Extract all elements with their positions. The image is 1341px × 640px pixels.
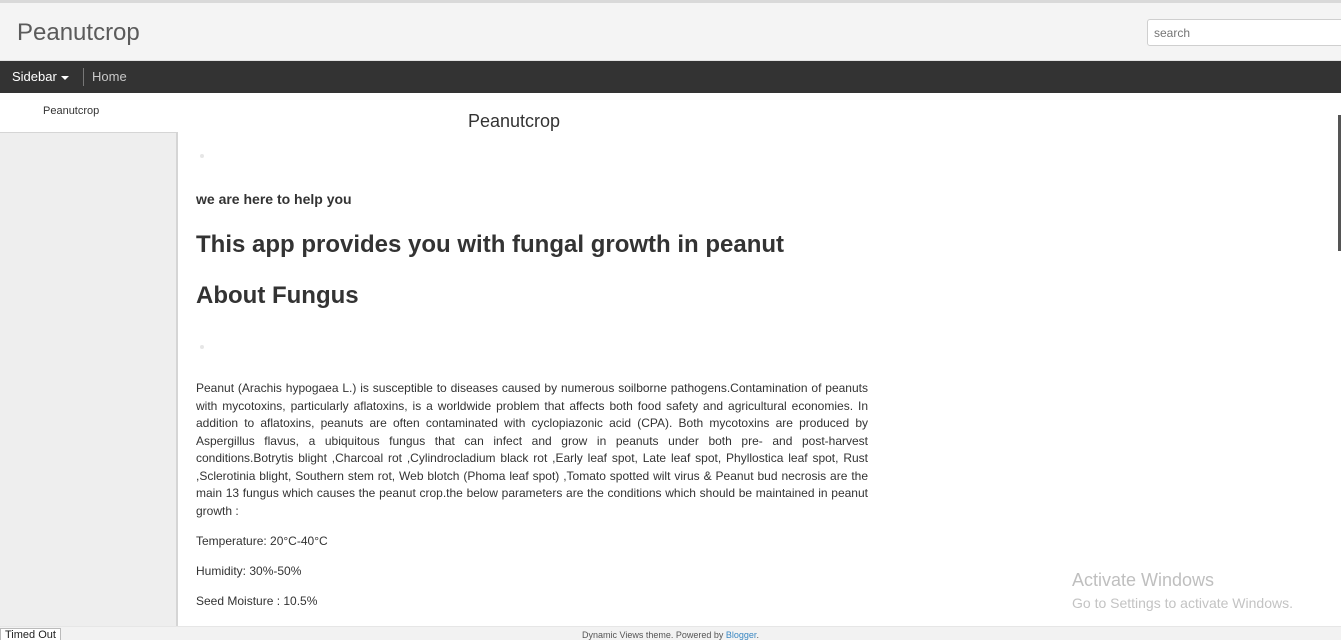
footer-credit-suffix: . bbox=[756, 630, 759, 640]
footer-credit-text: Dynamic Views theme. Powered by bbox=[582, 630, 726, 640]
sidebar-post-label: Peanutcrop bbox=[43, 105, 100, 117]
footer-credit: Dynamic Views theme. Powered by Blogger. bbox=[582, 630, 759, 640]
caret-down-icon bbox=[60, 75, 69, 80]
humidity-text: Humidity: 30%-50% bbox=[196, 564, 302, 578]
post-title: Peanutcrop bbox=[468, 111, 561, 131]
post-subheading: we are here to help you bbox=[196, 191, 352, 207]
fungus-heading: About Fungus bbox=[196, 282, 359, 309]
footer: Timed Out Dynamic Views theme. Powered b… bbox=[0, 626, 1341, 640]
blog-title[interactable]: Peanutcrop bbox=[17, 19, 140, 47]
windows-watermark-subtitle: Go to Settings to activate Windows. bbox=[1072, 595, 1293, 611]
image-placeholder bbox=[200, 345, 204, 349]
seed-moisture-text: Seed Moisture : 10.5% bbox=[196, 594, 318, 608]
nav-divider bbox=[83, 68, 84, 86]
sidebar-panel bbox=[0, 132, 178, 626]
temperature-text: Temperature: 20°C-40°C bbox=[196, 534, 328, 548]
blogger-link[interactable]: Blogger bbox=[726, 630, 757, 640]
post-paragraph: Peanut (Arachis hypogaea L.) is suscepti… bbox=[196, 381, 868, 518]
sidebar-dropdown-button[interactable]: Sidebar bbox=[12, 69, 69, 84]
search-input[interactable] bbox=[1147, 19, 1341, 46]
image-placeholder bbox=[200, 154, 204, 158]
blog-header: Peanutcrop bbox=[0, 3, 1341, 61]
navbar: Sidebar Home bbox=[0, 61, 1341, 93]
app-heading: This app provides you with fungal growth… bbox=[196, 231, 784, 258]
status-badge: Timed Out bbox=[0, 628, 61, 640]
home-link[interactable]: Home bbox=[92, 69, 127, 84]
sidebar-dropdown-label: Sidebar bbox=[12, 69, 57, 84]
windows-watermark-title: Activate Windows bbox=[1072, 570, 1215, 590]
sidebar-post-item[interactable]: Peanutcrop bbox=[0, 93, 178, 132]
